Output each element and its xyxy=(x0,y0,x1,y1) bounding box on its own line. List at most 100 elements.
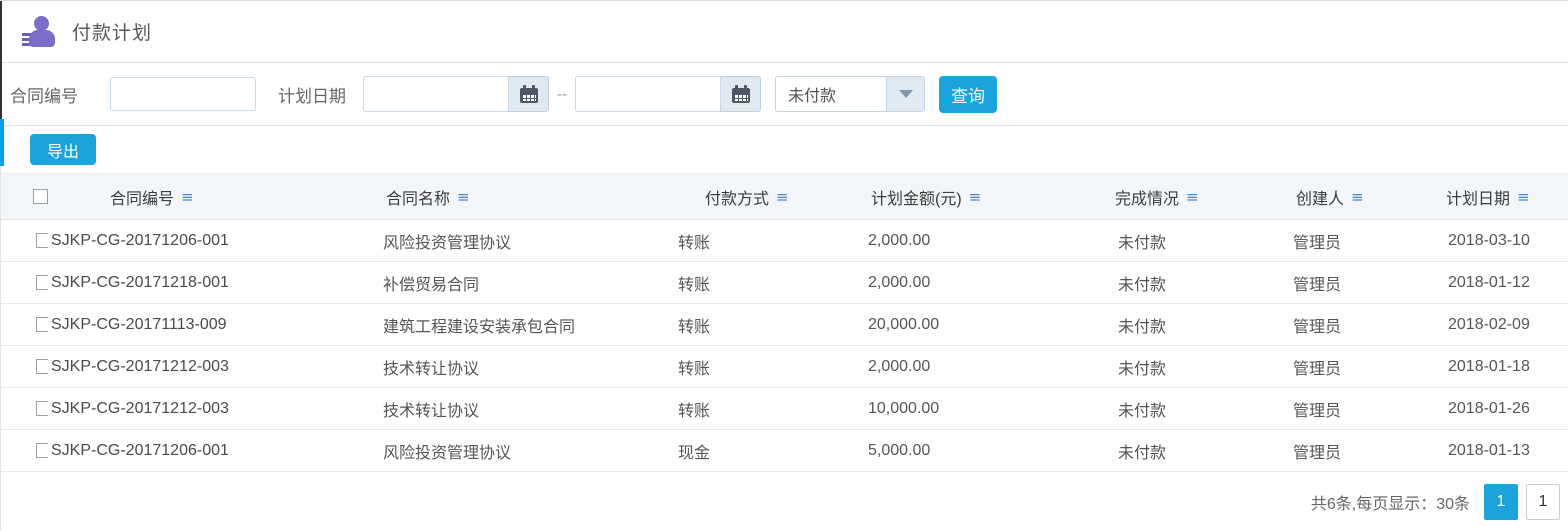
page-button-current[interactable]: 1 xyxy=(1484,483,1518,520)
cell-plan-date: 2018-01-13 xyxy=(1445,429,1568,472)
cell-creator: 管理员 xyxy=(1290,303,1445,346)
sort-icon[interactable]: ≡ xyxy=(181,188,194,206)
cell-contract-name: 风险投资管理协议 xyxy=(380,219,675,262)
cell-plan-date: 2018-03-10 xyxy=(1445,219,1568,262)
cell-contract-name: 建筑工程建设安装承包合同 xyxy=(380,303,675,346)
cell-payment-method: 转账 xyxy=(675,345,865,388)
cell-planned-amount: 20,000.00 xyxy=(865,303,1115,346)
cell-payment-method: 转账 xyxy=(675,303,865,346)
row-checkbox[interactable] xyxy=(36,442,48,458)
status-select[interactable]: 未付款 xyxy=(775,76,925,112)
cell-planned-amount: 5,000.00 xyxy=(865,429,1115,472)
column-header-planned-amount[interactable]: 计划金额(元) ≡ xyxy=(865,173,1115,220)
row-checkbox-cell xyxy=(0,387,48,430)
payment-plan-table: 合同编号 ≡ 合同名称 ≡ 付款方式 ≡ 计划金额(元) ≡ 完成情况 ≡ 创建人 ≡ 计划… xyxy=(0,173,1568,472)
plan-date-label: 计划日期 xyxy=(278,86,346,106)
cell-status: 未付款 xyxy=(1115,261,1290,304)
cell-creator: 管理员 xyxy=(1290,429,1445,472)
column-header-payment-method[interactable]: 付款方式 ≡ xyxy=(675,173,865,220)
cell-plan-date: 2018-01-26 xyxy=(1445,387,1568,430)
sort-icon[interactable]: ≡ xyxy=(969,188,982,206)
date-to-input[interactable] xyxy=(575,76,721,112)
cell-contract-name: 技术转让协议 xyxy=(380,345,675,388)
action-toolbar: 导出 xyxy=(0,126,1568,173)
contract-no-input[interactable] xyxy=(110,77,256,111)
cell-creator: 管理员 xyxy=(1290,219,1445,262)
cell-plan-date: 2018-02-09 xyxy=(1445,303,1568,346)
cell-status: 未付款 xyxy=(1115,303,1290,346)
payment-plan-person-icon xyxy=(20,15,56,49)
cell-payment-method: 现金 xyxy=(675,429,865,472)
sort-icon[interactable]: ≡ xyxy=(1186,188,1199,206)
date-to-calendar-button[interactable] xyxy=(721,76,761,112)
sort-icon[interactable]: ≡ xyxy=(1517,188,1530,206)
cell-creator: 管理员 xyxy=(1290,261,1445,304)
cell-contract-name: 技术转让协议 xyxy=(380,387,675,430)
cell-payment-method: 转账 xyxy=(675,261,865,304)
left-edge-dark-border xyxy=(0,1,2,119)
cell-planned-amount: 2,000.00 xyxy=(865,345,1115,388)
row-checkbox[interactable] xyxy=(36,232,48,248)
row-checkbox[interactable] xyxy=(36,316,48,332)
table-header-row: 合同编号 ≡ 合同名称 ≡ 付款方式 ≡ 计划金额(元) ≡ 完成情况 ≡ 创建人 ≡ 计划… xyxy=(0,173,1568,220)
date-range-separator: -- xyxy=(557,85,567,103)
row-checkbox-cell xyxy=(0,219,48,262)
header-checkbox-cell xyxy=(0,173,48,220)
table-row: SJKP-CG-20171218-001 补偿贸易合同 转账 2,000.00 … xyxy=(0,261,1568,304)
table-row: SJKP-CG-20171206-001 风险投资管理协议 现金 5,000.0… xyxy=(0,429,1568,472)
cell-status: 未付款 xyxy=(1115,387,1290,430)
row-checkbox-cell xyxy=(0,303,48,346)
calendar-icon xyxy=(731,85,750,103)
status-select-arrow-box[interactable] xyxy=(886,77,924,111)
row-checkbox[interactable] xyxy=(36,274,48,290)
cell-contract-name: 风险投资管理协议 xyxy=(380,429,675,472)
cell-plan-date: 2018-01-18 xyxy=(1445,345,1568,388)
person-icon-head xyxy=(34,15,49,31)
column-header-contract-no[interactable]: 合同编号 ≡ xyxy=(48,173,380,220)
row-checkbox[interactable] xyxy=(36,400,48,416)
row-checkbox[interactable] xyxy=(36,358,48,374)
select-all-checkbox[interactable] xyxy=(33,188,48,204)
cell-contract-no: SJKP-CG-20171206-001 xyxy=(48,219,380,262)
pagination-bar: 共6条,每页显示：30条 1 1 xyxy=(0,472,1568,531)
pagination-summary: 共6条,每页显示：30条 xyxy=(1310,495,1470,513)
person-icon-body xyxy=(29,29,55,47)
column-header-creator[interactable]: 创建人 ≡ xyxy=(1290,173,1445,220)
cell-planned-amount: 2,000.00 xyxy=(865,261,1115,304)
row-checkbox-cell xyxy=(0,429,48,472)
cell-contract-no: SJKP-CG-20171218-001 xyxy=(48,261,380,304)
cell-payment-method: 转账 xyxy=(675,387,865,430)
sort-icon[interactable]: ≡ xyxy=(1351,188,1364,206)
column-header-status[interactable]: 完成情况 ≡ xyxy=(1115,173,1290,220)
cell-contract-no: SJKP-CG-20171212-003 xyxy=(48,345,380,388)
calendar-icon xyxy=(519,85,538,103)
date-to-group xyxy=(575,76,761,112)
page-title: 付款计划 xyxy=(72,23,153,44)
cell-status: 未付款 xyxy=(1115,345,1290,388)
cell-payment-method: 转账 xyxy=(675,219,865,262)
table-row: SJKP-CG-20171212-003 技术转让协议 转账 10,000.00… xyxy=(0,387,1568,430)
cell-contract-name: 补偿贸易合同 xyxy=(380,261,675,304)
cell-planned-amount: 2,000.00 xyxy=(865,219,1115,262)
cell-status: 未付款 xyxy=(1115,429,1290,472)
cell-contract-no: SJKP-CG-20171206-001 xyxy=(48,429,380,472)
row-checkbox-cell xyxy=(0,261,48,304)
sort-icon[interactable]: ≡ xyxy=(457,188,470,206)
cell-creator: 管理员 xyxy=(1290,345,1445,388)
date-from-input[interactable] xyxy=(363,76,509,112)
table-row: SJKP-CG-20171206-001 风险投资管理协议 转账 2,000.0… xyxy=(0,219,1568,262)
date-from-group xyxy=(363,76,549,112)
column-header-plan-date[interactable]: 计划日期 ≡ xyxy=(1445,173,1568,220)
page-number-box[interactable]: 1 xyxy=(1526,483,1560,520)
date-from-calendar-button[interactable] xyxy=(509,76,549,112)
column-header-contract-name[interactable]: 合同名称 ≡ xyxy=(380,173,675,220)
row-checkbox-cell xyxy=(0,345,48,388)
cell-contract-no: SJKP-CG-20171212-003 xyxy=(48,387,380,430)
left-edge-light-border xyxy=(0,166,1,530)
chevron-down-icon xyxy=(898,90,913,98)
cell-status: 未付款 xyxy=(1115,219,1290,262)
sort-icon[interactable]: ≡ xyxy=(776,188,789,206)
export-button[interactable]: 导出 xyxy=(30,134,96,165)
search-button[interactable]: 查询 xyxy=(939,75,997,113)
contract-no-label: 合同编号 xyxy=(10,86,78,106)
